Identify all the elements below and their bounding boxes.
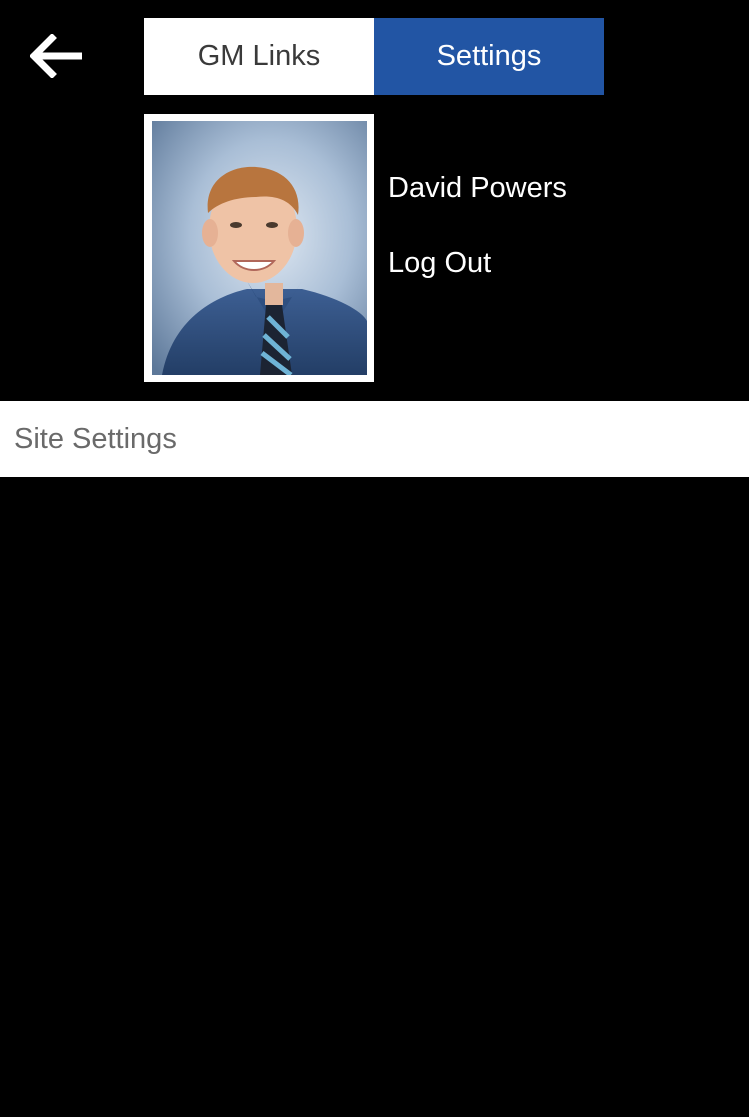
back-button[interactable] xyxy=(26,28,88,84)
tab-gm-links[interactable]: GM Links xyxy=(144,18,374,95)
user-name: David Powers xyxy=(388,172,567,204)
logout-link[interactable]: Log Out xyxy=(388,247,491,280)
site-settings-item[interactable]: Site Settings xyxy=(0,401,749,477)
avatar xyxy=(144,114,374,382)
settings-screen: GM Links Settings David Powers Log Out S… xyxy=(0,0,749,1117)
tab-settings[interactable]: Settings xyxy=(374,18,604,95)
arrow-left-icon xyxy=(30,34,82,78)
tab-bar: GM Links Settings xyxy=(144,18,604,95)
profile-photo xyxy=(152,121,367,375)
site-settings-label: Site Settings xyxy=(14,422,177,455)
